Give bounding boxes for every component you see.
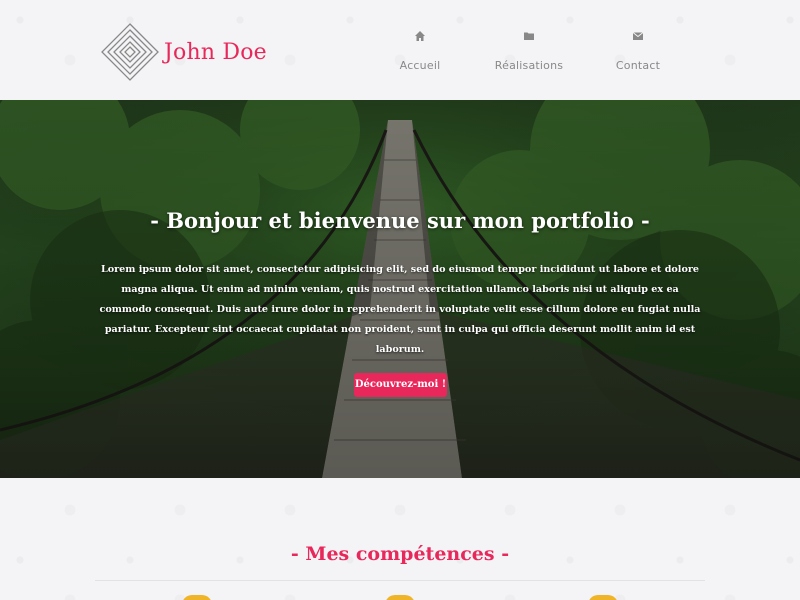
nav-item-accueil[interactable]: Accueil [370,30,470,73]
logo-diamond-icon [101,23,159,81]
envelope-icon [588,30,688,48]
hero-description: Lorem ipsum dolor sit amet, consectetur … [99,264,701,355]
nav-label: Contact [615,59,661,72]
skill-circle [385,595,415,600]
brand-name: John Doe [164,39,267,65]
folder-icon [474,30,584,48]
section-divider [95,580,705,581]
skill-circle [182,595,212,600]
main-nav: Accueil Réalisations Contact [370,30,688,73]
hero-title: - Bonjour et bienvenue sur mon portfolio… [150,208,650,233]
nav-label: Réalisations [494,59,564,72]
logo[interactable]: John Doe [100,22,267,82]
skill-circle [588,595,618,600]
nav-label: Accueil [399,59,441,72]
skills-title: - Mes compétences - [290,543,510,565]
home-icon [370,30,470,48]
hero-banner: - Bonjour et bienvenue sur mon portfolio… [0,100,800,478]
discover-me-button[interactable]: Découvrez-moi ! [354,373,447,397]
site-header: John Doe Accueil Réalisations Contact [0,0,800,100]
nav-item-realisations[interactable]: Réalisations [474,30,584,73]
nav-item-contact[interactable]: Contact [588,30,688,73]
